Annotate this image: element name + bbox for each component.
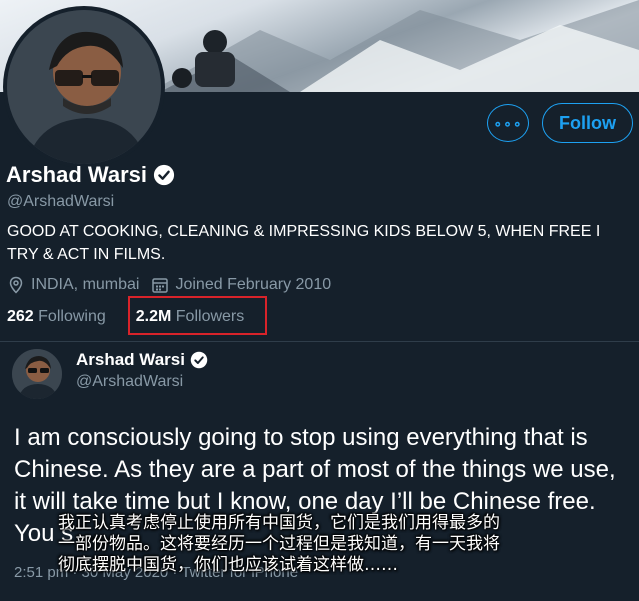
profile-bio: GOOD AT COOKING, CLEANING & IMPRESSING K… <box>7 223 601 263</box>
subtitle-line: 彻底摆脱中国货，你们也应该试着这样做…… <box>58 555 398 575</box>
subtitle-line: 我正认真考虑停止使用所有中国货，它们是我们用得最多的 <box>58 513 500 533</box>
profile-name-text: Arshad Warsi <box>6 162 148 187</box>
follow-button-label: Follow <box>559 112 616 133</box>
follow-button[interactable]: Follow <box>542 103 633 143</box>
profile-name: Arshad Warsi <box>6 162 175 188</box>
profile-meta: INDIA, mumbai Joined February 2010 <box>7 276 331 294</box>
followers-highlight-box <box>128 296 267 335</box>
following-link[interactable]: 262 Following <box>7 308 106 326</box>
following-label: Following <box>38 308 106 325</box>
verified-badge-icon <box>190 351 208 369</box>
more-icon: ∘∘∘ <box>493 114 523 131</box>
tweet-author-name[interactable]: Arshad Warsi <box>76 350 208 370</box>
profile-handle: @ArshadWarsi <box>7 193 115 210</box>
video-subtitle: 我正认真考虑停止使用所有中国货，它们是我们用得最多的 一部份物品。这将要经历一个… <box>58 513 618 576</box>
tweet-author-name-text: Arshad Warsi <box>76 350 185 369</box>
subtitle-line: 一部份物品。这将要经历一个过程但是我知道，有一天我将 <box>58 534 500 554</box>
profile-joined: Joined February 2010 <box>175 276 332 293</box>
profile-location: INDIA, mumbai <box>31 276 140 293</box>
more-options-button[interactable]: ∘∘∘ <box>487 104 529 142</box>
following-count: 262 <box>7 308 34 325</box>
profile-avatar[interactable] <box>3 6 165 168</box>
divider <box>0 341 639 342</box>
tweet-avatar[interactable] <box>12 349 62 399</box>
location-pin-icon <box>7 276 25 294</box>
tweet-author-handle: @ArshadWarsi <box>76 373 184 390</box>
calendar-icon <box>151 276 169 294</box>
verified-badge-icon <box>153 164 175 186</box>
